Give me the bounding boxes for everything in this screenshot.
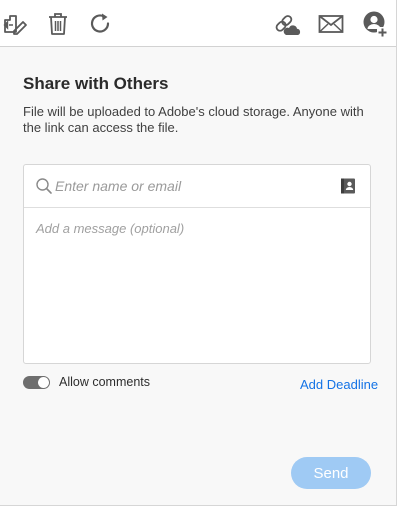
toggle-knob [38,377,49,388]
share-panel-window: Share with Others File will be uploaded … [0,0,397,506]
send-button[interactable]: Send [291,457,371,489]
add-person-icon[interactable] [360,9,390,39]
add-deadline-link[interactable]: Add Deadline [300,377,378,392]
rotate-icon[interactable] [86,9,116,39]
cloud-link-icon[interactable] [272,9,302,39]
panel-description: File will be uploaded to Adobe's cloud s… [23,104,364,135]
toolbar [0,0,396,47]
address-book-icon[interactable] [340,178,356,194]
share-form [23,164,371,364]
allow-comments-toggle[interactable] [23,376,50,389]
search-icon [36,178,52,194]
envelope-icon[interactable] [316,9,346,39]
message-field[interactable] [24,208,370,363]
recipient-row [24,165,370,208]
trash-icon[interactable] [43,9,73,39]
panel-title: Share with Others [23,74,169,93]
allow-comments-label: Allow comments [59,375,150,389]
edit-pages-icon[interactable] [0,9,30,39]
recipient-input[interactable] [55,174,325,198]
